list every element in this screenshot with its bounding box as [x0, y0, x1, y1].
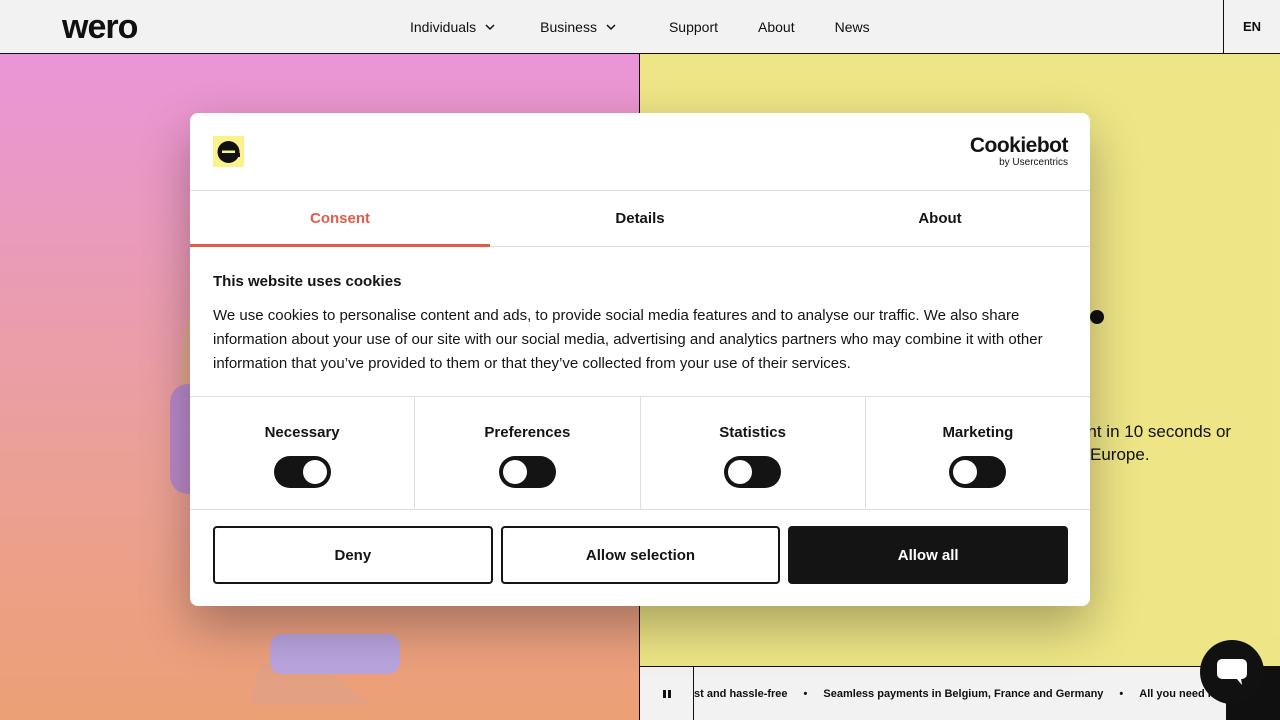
cookie-consent-dialog: Cookiebot by Usercentrics Consent Detail… [190, 113, 1090, 606]
category-label: Statistics [719, 424, 786, 441]
category-statistics: Statistics [641, 397, 866, 509]
category-label: Marketing [942, 424, 1014, 441]
dialog-text: We use cookies to personalise content an… [213, 307, 1043, 372]
allow-all-button[interactable]: Allow all [788, 526, 1069, 584]
tab-consent[interactable]: Consent [190, 191, 490, 247]
dialog-body: This website uses cookies We use cookies… [213, 273, 1068, 376]
dialog-tabs: Consent Details About [190, 191, 1090, 247]
dialog-buttons: Deny Allow selection Allow all [213, 526, 1069, 584]
category-preferences: Preferences [415, 397, 641, 509]
site-logo-icon [213, 136, 244, 167]
preferences-toggle[interactable] [498, 456, 556, 488]
tab-details[interactable]: Details [490, 191, 790, 246]
page: wero Individuals Business Support About … [0, 0, 1280, 720]
chat-button[interactable] [1200, 640, 1264, 704]
dialog-header: Cookiebot by Usercentrics [190, 113, 1090, 191]
marketing-toggle[interactable] [949, 456, 1007, 488]
statistics-toggle[interactable] [724, 456, 782, 488]
chat-bubble-icon [1217, 659, 1247, 685]
category-label: Necessary [264, 424, 340, 441]
category-necessary: Necessary [190, 397, 416, 509]
necessary-toggle[interactable] [273, 456, 331, 488]
cookiebot-logo[interactable]: Cookiebot by Usercentrics [969, 134, 1069, 169]
toggle-knob [728, 460, 753, 484]
cookiebot-brand: Cookiebot [969, 134, 1069, 157]
toggle-knob [502, 460, 527, 484]
category-marketing: Marketing [866, 397, 1090, 509]
consent-categories: Necessary Preferences Statistics Marketi… [190, 396, 1090, 510]
toggle-knob [953, 460, 978, 484]
tab-about[interactable]: About [790, 191, 1090, 246]
deny-button[interactable]: Deny [213, 526, 493, 584]
cookiebot-brand-sub: by Usercentrics [999, 157, 1068, 168]
dialog-title: This website uses cookies [213, 273, 402, 290]
category-label: Preferences [484, 424, 571, 441]
toggle-knob [302, 460, 327, 484]
allow-selection-button[interactable]: Allow selection [500, 526, 781, 584]
